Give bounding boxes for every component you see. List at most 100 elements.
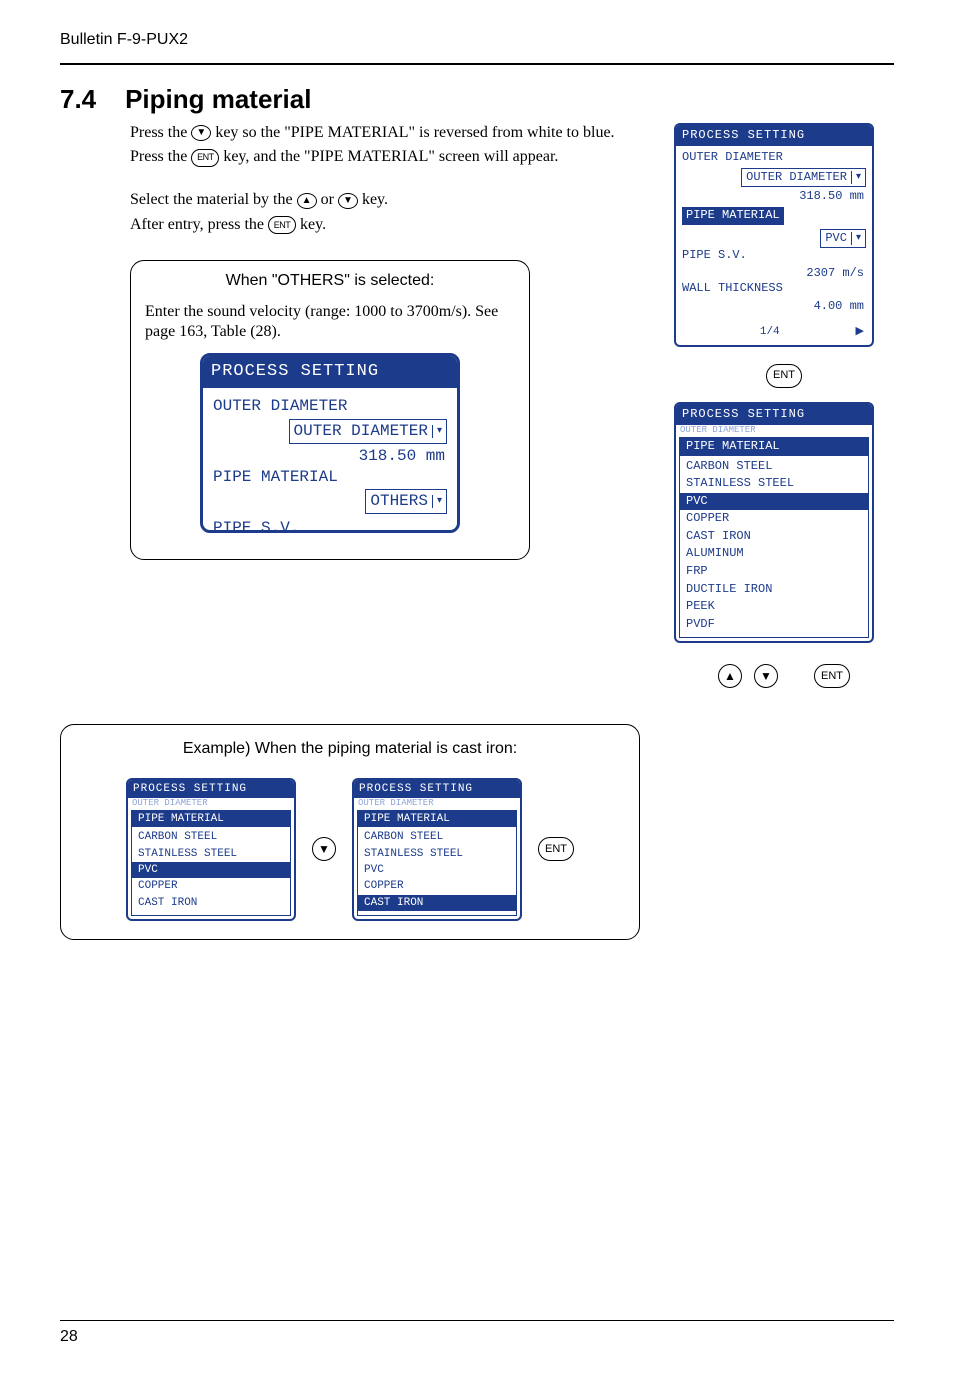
lcd-wall-thickness-value: 4.00 mm [682,299,866,315]
lcd-outer-diameter-select[interactable]: OUTER DIAMETER ▾ [741,168,866,188]
material-option[interactable]: CARBON STEEL [132,829,290,845]
chevron-down-icon: ▾ [851,171,861,184]
lcd-pipe-material-label: PIPE MATERIAL [213,467,447,488]
material-option[interactable]: PVDF [680,616,868,634]
lcd-example-after: PROCESS SETTING OUTER DIAMETER PIPE MATE… [352,778,522,921]
ent-key-icon: ENT [766,364,802,388]
down-key-icon: ▼ [312,837,336,861]
ghost-label: OUTER DIAMETER [128,798,294,810]
material-option[interactable]: COPPER [132,878,290,894]
text: Select the material by the [130,191,297,208]
example-title: Example) When the piping material is cas… [79,739,621,760]
down-key-icon: ▼ [754,664,778,688]
lcd-outer-diameter-label: OUTER DIAMETER [682,150,866,166]
material-option[interactable]: PVC [358,862,516,878]
text: Press the [130,124,191,141]
section-title-text: Piping material [125,84,311,114]
lcd-outer-diameter-label: OUTER DIAMETER [213,396,447,417]
up-key-icon: ▲ [297,193,317,209]
select-value: OTHERS [370,491,428,512]
right-arrow-icon[interactable]: ▶ [856,325,864,339]
text: key, and the "PIPE MATERIAL" screen will… [223,148,558,165]
material-option[interactable]: CAST IRON [132,895,290,911]
material-option[interactable]: DUCTILE IRON [680,581,868,599]
lcd-pipe-material-select[interactable]: OTHERS ▾ [365,489,447,514]
para-2: Press the ENT key, and the "PIPE MATERIA… [130,147,654,168]
lcd-pipe-sv-label: PIPE S.V. [213,518,447,533]
bottom-rule [60,1320,894,1321]
section-heading: 7.4 Piping material [60,83,894,117]
para-4: After entry, press the ENT key. [130,215,654,236]
others-panel-title: When "OTHERS" is selected: [145,271,515,292]
text: After entry, press the [130,216,268,233]
lcd-list-header: PIPE MATERIAL [358,811,516,827]
text: key so the "PIPE MATERIAL" is reversed f… [215,124,614,141]
lcd-pipe-sv-value: 2307 m/s [682,266,866,282]
text: Press the [130,148,191,165]
text: key. [300,216,326,233]
ent-key-icon: ENT [191,149,219,167]
material-option[interactable]: CAST IRON [358,895,516,911]
material-option[interactable]: CARBON STEEL [680,458,868,476]
lcd-wall-thickness-label: WALL THICKNESS [682,281,866,297]
material-option[interactable]: STAINLESS STEEL [680,475,868,493]
top-rule [60,63,894,65]
lcd-material-options[interactable]: CARBON STEELSTAINLESS STEELPVCCOPPERCAST… [680,456,868,638]
text: or [321,191,338,208]
others-panel: When "OTHERS" is selected: Enter the sou… [130,260,530,560]
chevron-down-icon: ▾ [432,425,442,438]
chevron-down-icon: ▾ [851,232,861,245]
lcd-material-options[interactable]: CARBON STEELSTAINLESS STEELPVCCOPPERCAST… [358,827,516,914]
ent-key-icon: ENT [814,664,850,688]
lcd-page-indicator: 1/4 [760,325,780,339]
lcd-others: PROCESS SETTING OUTER DIAMETER OUTER DIA… [200,353,460,533]
ghost-label: OUTER DIAMETER [354,798,520,810]
lcd-outer-diameter-select[interactable]: OUTER DIAMETER ▾ [289,419,447,444]
text: key. [362,191,388,208]
lcd-header: PROCESS SETTING [676,404,872,426]
lcd-list-header: PIPE MATERIAL [680,438,868,456]
down-key-icon: ▼ [191,125,211,141]
material-option[interactable]: PVC [132,862,290,878]
ent-key-icon: ENT [268,216,296,234]
lcd-example-before: PROCESS SETTING OUTER DIAMETER PIPE MATE… [126,778,296,921]
lcd-pipe-sv-label: PIPE S.V. [682,248,866,264]
page-number: 28 [60,1327,894,1348]
bulletin-id: Bulletin F-9-PUX2 [60,30,894,51]
select-value: OUTER DIAMETER [294,421,428,442]
lcd-pipe-material-label-selected: PIPE MATERIAL [682,207,784,225]
material-option[interactable]: ALUMINUM [680,545,868,563]
lcd-process-setting-overview: PROCESS SETTING OUTER DIAMETER OUTER DIA… [674,123,874,347]
material-option[interactable]: FRP [680,563,868,581]
example-panel: Example) When the piping material is cas… [60,724,640,940]
material-option[interactable]: COPPER [358,878,516,894]
lcd-header: PROCESS SETTING [676,125,872,147]
lcd-pipe-material-select[interactable]: PVC ▾ [820,229,866,249]
material-option[interactable]: COPPER [680,510,868,528]
ent-key-icon: ENT [538,837,574,861]
down-key-icon: ▼ [338,193,358,209]
para-1: Press the ▼ key so the "PIPE MATERIAL" i… [130,123,654,144]
lcd-material-list: PROCESS SETTING OUTER DIAMETER PIPE MATE… [674,402,874,644]
lcd-header: PROCESS SETTING [128,780,294,798]
section-number: 7.4 [60,84,96,114]
ghost-label: OUTER DIAMETER [676,425,872,437]
material-option[interactable]: PEEK [680,598,868,616]
select-value: PVC [825,231,847,247]
lcd-outer-diameter-value: 318.50 mm [682,189,866,205]
select-value: OUTER DIAMETER [746,170,847,186]
para-3: Select the material by the ▲ or ▼ key. [130,190,654,211]
material-option[interactable]: STAINLESS STEEL [358,846,516,862]
material-option[interactable]: STAINLESS STEEL [132,846,290,862]
material-option[interactable]: CAST IRON [680,528,868,546]
material-option[interactable]: PVC [680,493,868,511]
up-key-icon: ▲ [718,664,742,688]
lcd-outer-diameter-value: 318.50 mm [213,446,447,467]
lcd-header: PROCESS SETTING [203,356,457,388]
lcd-material-options[interactable]: CARBON STEELSTAINLESS STEELPVCCOPPERCAST… [132,827,290,914]
others-panel-text: Enter the sound velocity (range: 1000 to… [145,302,515,344]
lcd-header: PROCESS SETTING [354,780,520,798]
material-option[interactable]: CARBON STEEL [358,829,516,845]
chevron-down-icon: ▾ [432,495,442,508]
lcd-list-header: PIPE MATERIAL [132,811,290,827]
